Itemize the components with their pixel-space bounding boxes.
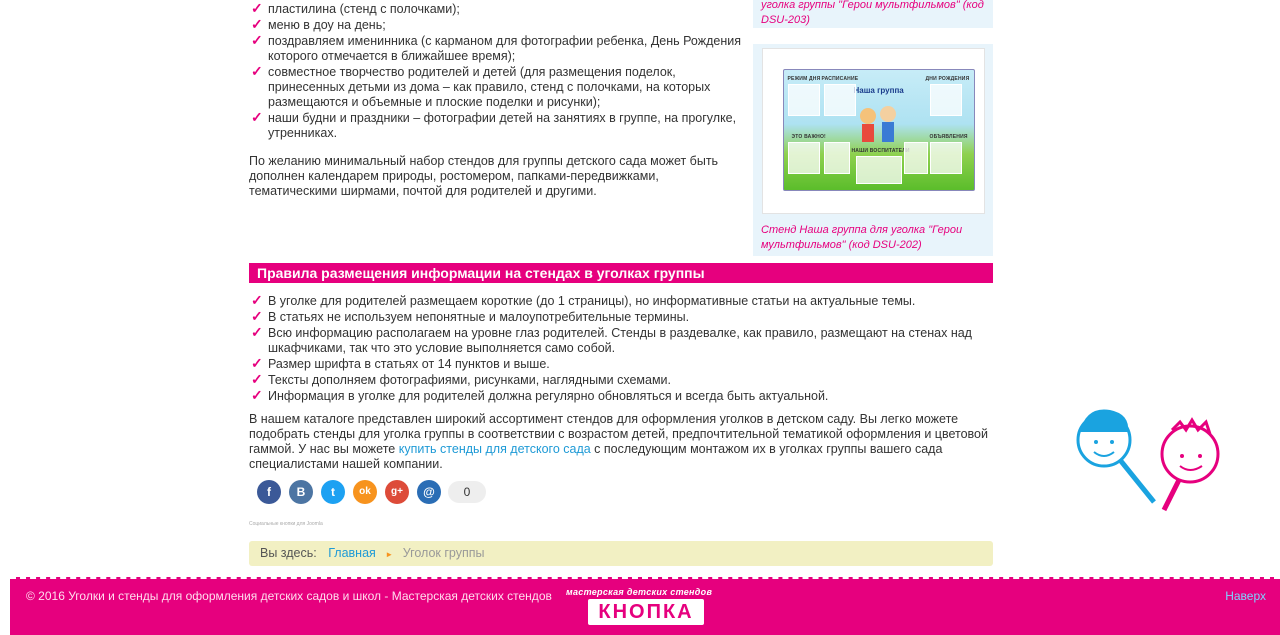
product-card[interactable]: уголка группы "Герои мультфильмов" (код … xyxy=(753,0,993,28)
cartoon-characters-image xyxy=(859,106,896,142)
catalog-paragraph: В нашем каталоге представлен широкий асс… xyxy=(249,412,993,472)
stand-label: НАШИ ВОСПИТАТЕЛИ xyxy=(851,148,910,154)
list-item: ✓ меню в доу на день; xyxy=(249,16,749,33)
share-count: 0 xyxy=(448,481,486,503)
checkmark-icon: ✓ xyxy=(251,16,263,32)
rules-block: ✓ В уголке для родителей размещаем коротк… xyxy=(249,292,993,472)
rules-list: ✓ В уголке для родителей размещаем коротк… xyxy=(249,292,993,404)
checkmark-icon: ✓ xyxy=(251,292,263,308)
stand-pocket xyxy=(823,142,850,174)
stand-list: ✓ пластилина (стенд с полочками); ✓ меню в… xyxy=(249,0,749,141)
section-heading: Правила размещения информации на стендах… xyxy=(249,263,993,283)
list-item-text: В статьях не используем непонятные и мал… xyxy=(268,310,690,324)
list-item: ✓ пластилина (стенд с полочками); xyxy=(249,0,749,17)
buy-stands-link[interactable]: купить стенды для детского сада xyxy=(399,442,591,456)
stand-pocket xyxy=(823,84,856,116)
checkmark-icon: ✓ xyxy=(251,308,263,324)
stand-label: ДНИ РОЖДЕНИЯ xyxy=(925,76,970,82)
list-item-text: Тексты дополняем фотографиями, рисунками… xyxy=(268,373,672,387)
checkmark-icon: ✓ xyxy=(251,355,263,371)
list-item-text: Информация в уголке для родителей должна… xyxy=(268,389,829,403)
right-column: уголка группы "Герои мультфильмов" (код … xyxy=(753,0,993,256)
breadcrumb-current: Уголок группы xyxy=(402,546,485,560)
stand-pocket xyxy=(929,84,962,116)
twitter-icon[interactable]: t xyxy=(321,480,345,504)
product-card[interactable]: РЕЖИМ ДНЯ РАСПИСАНИЕ ДНИ РОЖДЕНИЯ Наша г… xyxy=(753,44,993,256)
checkmark-icon: ✓ xyxy=(251,32,263,48)
list-item: ✓ Всю информацию располагаем на уровне гл… xyxy=(249,324,993,356)
checkmark-icon: ✓ xyxy=(251,387,263,403)
breadcrumb-label: Вы здесь: xyxy=(260,546,317,560)
social-buttons-note[interactable]: Социальные кнопки для Joomla xyxy=(249,521,323,527)
stand-label: ЭТО ВАЖНО! xyxy=(791,134,826,140)
list-item-text: совместное творчество родителей и детей … xyxy=(268,65,711,109)
stand-label: РЕЖИМ ДНЯ xyxy=(787,76,821,82)
list-item: ✓ В статьях не используем непонятные и ма… xyxy=(249,308,993,325)
site-logo[interactable]: КНОПКА xyxy=(588,599,704,625)
stand-pocket xyxy=(903,142,928,174)
list-item: ✓ наши будни и праздники – фотографии дет… xyxy=(249,109,749,141)
email-icon[interactable]: @ xyxy=(417,480,441,504)
list-item-text: меню в доу на день; xyxy=(268,18,386,32)
stand-picture: РЕЖИМ ДНЯ РАСПИСАНИЕ ДНИ РОЖДЕНИЯ Наша г… xyxy=(782,69,975,191)
list-item-text: Всю информацию располагаем на уровне гла… xyxy=(268,326,972,355)
stand-title: Наша группа xyxy=(853,86,904,95)
google-plus-icon[interactable]: g+ xyxy=(385,480,409,504)
stand-label: РАСПИСАНИЕ xyxy=(821,76,859,82)
facebook-icon[interactable]: f xyxy=(257,480,281,504)
kids-mascot-image xyxy=(1076,409,1220,512)
left-column: ✓ пластилина (стенд с полочками); ✓ меню в… xyxy=(249,0,749,199)
list-item-text: наши будни и праздники – фотографии дете… xyxy=(268,111,737,140)
breadcrumb-separator-icon: ► xyxy=(385,550,394,559)
list-item: ✓ Размер шрифта в статьях от 14 пунктов и… xyxy=(249,355,993,372)
list-item-text: Размер шрифта в статьях от 14 пунктов и … xyxy=(268,357,550,371)
list-item-text: пластилина (стенд с полочками); xyxy=(268,2,460,16)
checkmark-icon: ✓ xyxy=(251,324,263,340)
stand-pocket xyxy=(787,142,820,174)
list-item-text: поздравляем именинника (с карманом для ф… xyxy=(268,34,741,63)
list-item: ✓ Тексты дополняем фотографиями, рисункам… xyxy=(249,371,993,388)
checkmark-icon: ✓ xyxy=(251,0,263,16)
stand-pocket xyxy=(787,84,820,116)
logo-tagline: мастерская детских стендов xyxy=(566,587,713,597)
product-image[interactable]: РЕЖИМ ДНЯ РАСПИСАНИЕ ДНИ РОЖДЕНИЯ Наша г… xyxy=(761,48,985,214)
checkmark-icon: ✓ xyxy=(251,371,263,387)
footer-copyright: © 2016 Уголки и стенды для оформления де… xyxy=(26,589,552,603)
vk-icon[interactable]: B xyxy=(289,480,313,504)
stand-label: ОБЪЯВЛЕНИЯ xyxy=(929,134,968,140)
list-item: ✓ совместное творчество родителей и детей… xyxy=(249,63,749,110)
list-item: ✓ Информация в уголке для родителей должн… xyxy=(249,387,993,404)
intro-paragraph: По желанию минимальный набор стендов для… xyxy=(249,154,719,198)
breadcrumb-home-link[interactable]: Главная xyxy=(328,546,376,560)
list-item-text: В уголке для родителей размещаем коротки… xyxy=(268,294,916,308)
back-to-top-link[interactable]: Наверх xyxy=(1225,589,1266,603)
odnoklassniki-icon[interactable]: ok xyxy=(353,480,377,504)
list-item: ✓ В уголке для родителей размещаем коротк… xyxy=(249,292,993,309)
checkmark-icon: ✓ xyxy=(251,63,263,79)
stand-pocket xyxy=(855,156,902,184)
product-caption[interactable]: Стенд Наша группа для уголка "Герои муль… xyxy=(761,223,985,252)
list-item: ✓ поздравляем именинника (с карманом для … xyxy=(249,32,749,64)
stand-pocket xyxy=(929,142,962,174)
breadcrumb: Вы здесь: Главная ► Уголок группы xyxy=(249,541,993,566)
checkmark-icon: ✓ xyxy=(251,109,263,125)
product-caption[interactable]: уголка группы "Герои мультфильмов" (код … xyxy=(761,0,985,27)
site-footer: © 2016 Уголки и стенды для оформления де… xyxy=(10,577,1280,635)
